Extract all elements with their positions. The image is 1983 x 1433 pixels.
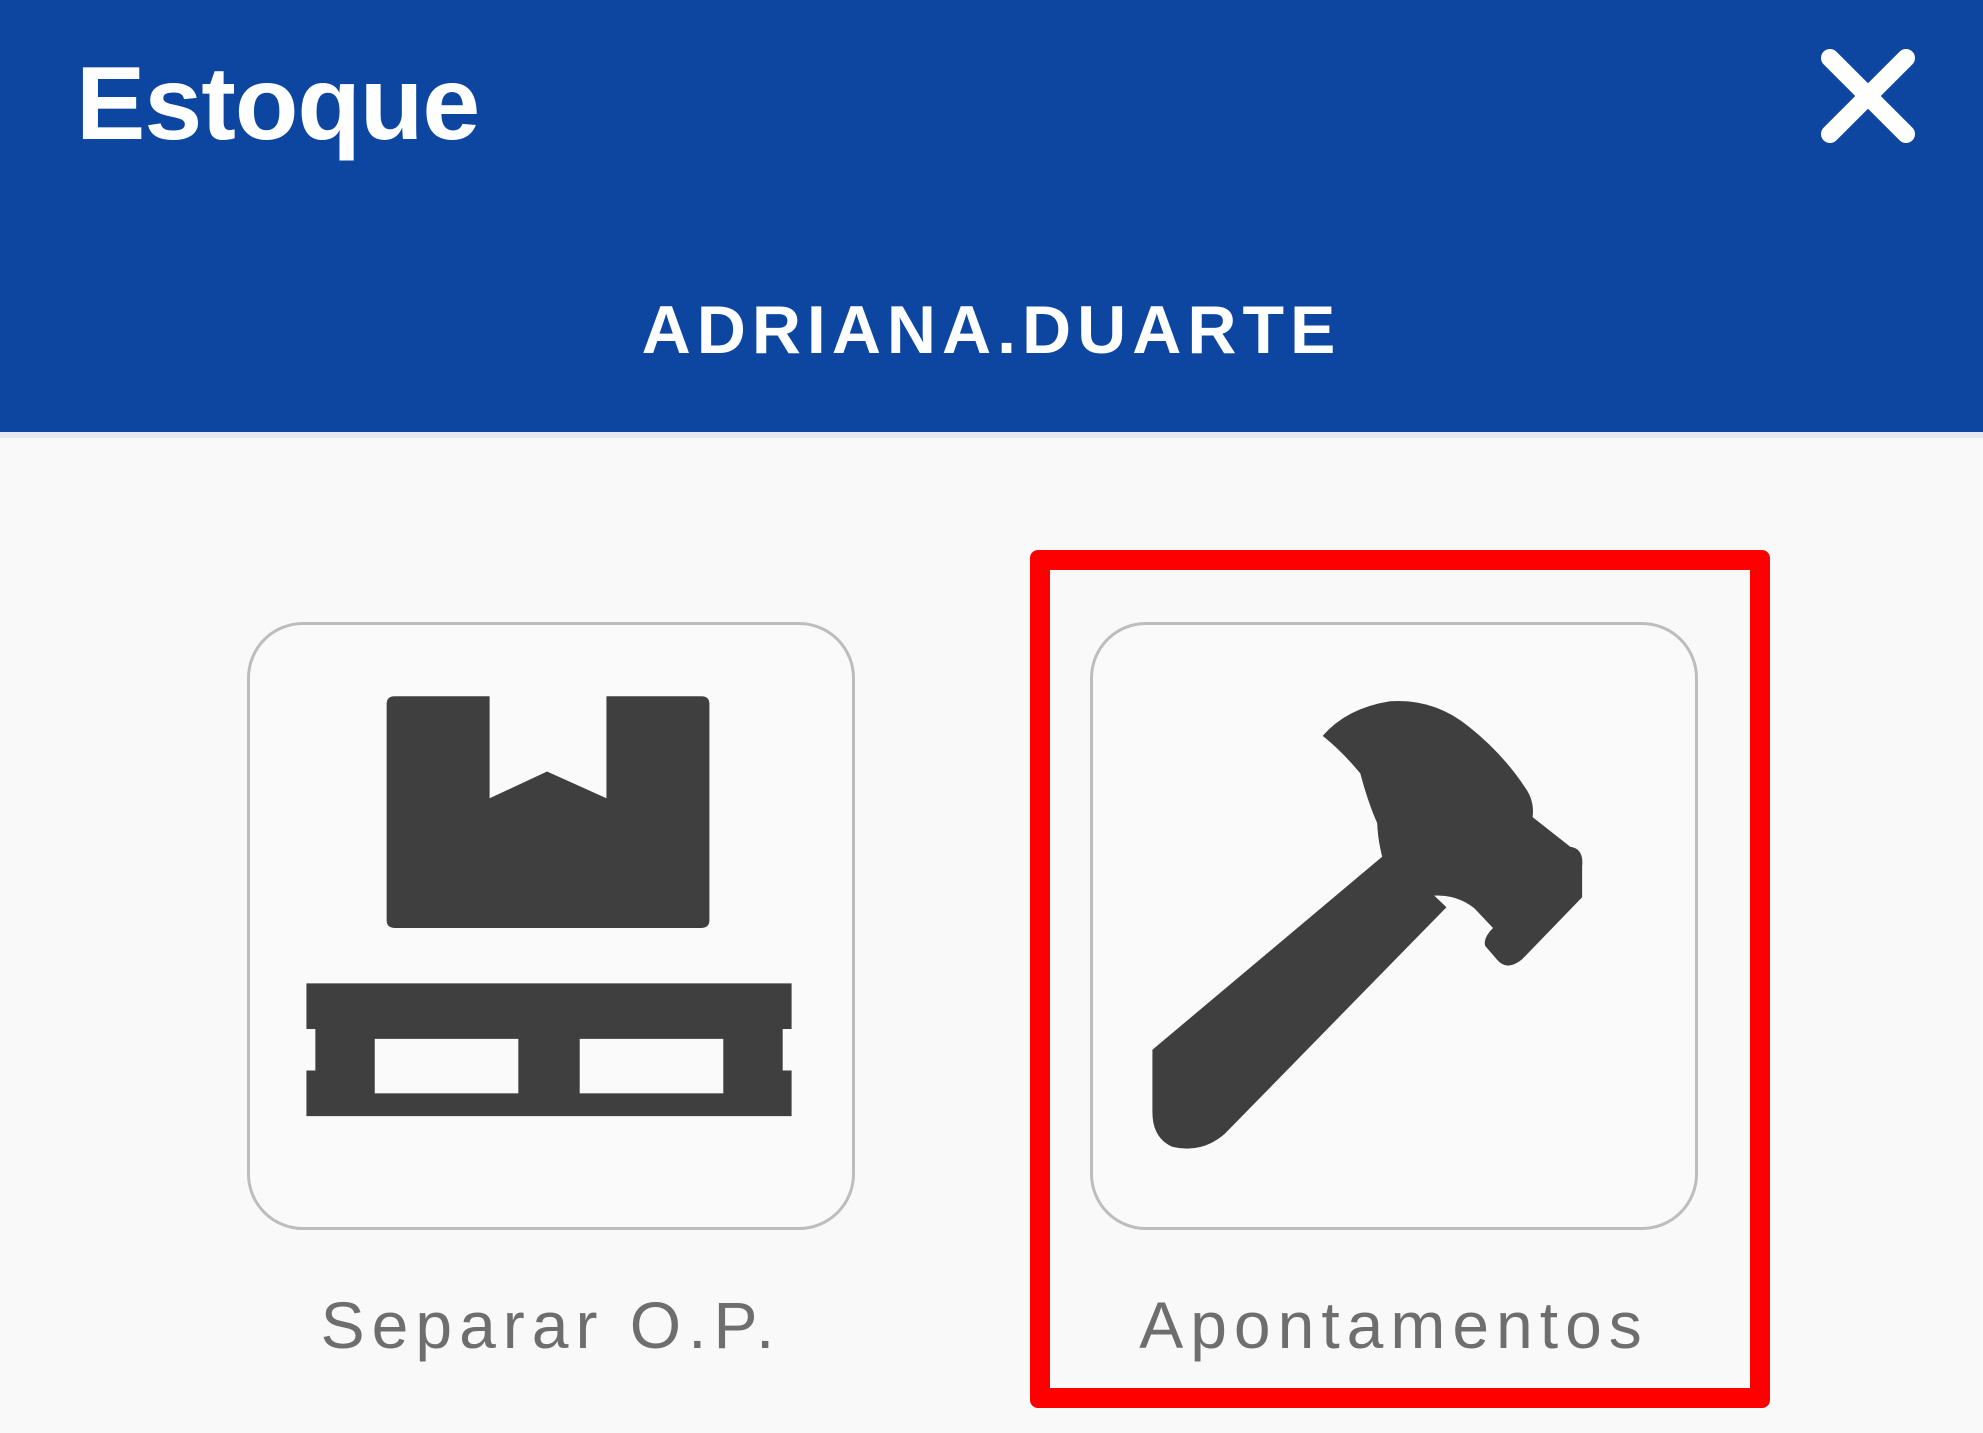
close-button[interactable] xyxy=(1818,46,1918,146)
apontamentos-button[interactable] xyxy=(1090,622,1698,1230)
header-divider xyxy=(0,432,1983,438)
separar-op-button[interactable] xyxy=(247,622,855,1230)
separar-op-label[interactable]: Separar O.P. xyxy=(231,1285,871,1365)
app-header: Estoque ADRIANA.DUARTE xyxy=(0,0,1983,432)
apontamentos-label[interactable]: Apontamentos xyxy=(1074,1285,1714,1365)
page-title: Estoque xyxy=(76,46,480,162)
hammer-icon xyxy=(1152,700,1583,1149)
pallet-icon xyxy=(306,696,792,1117)
close-icon xyxy=(1821,49,1915,143)
username-label: ADRIANA.DUARTE xyxy=(641,292,1342,368)
